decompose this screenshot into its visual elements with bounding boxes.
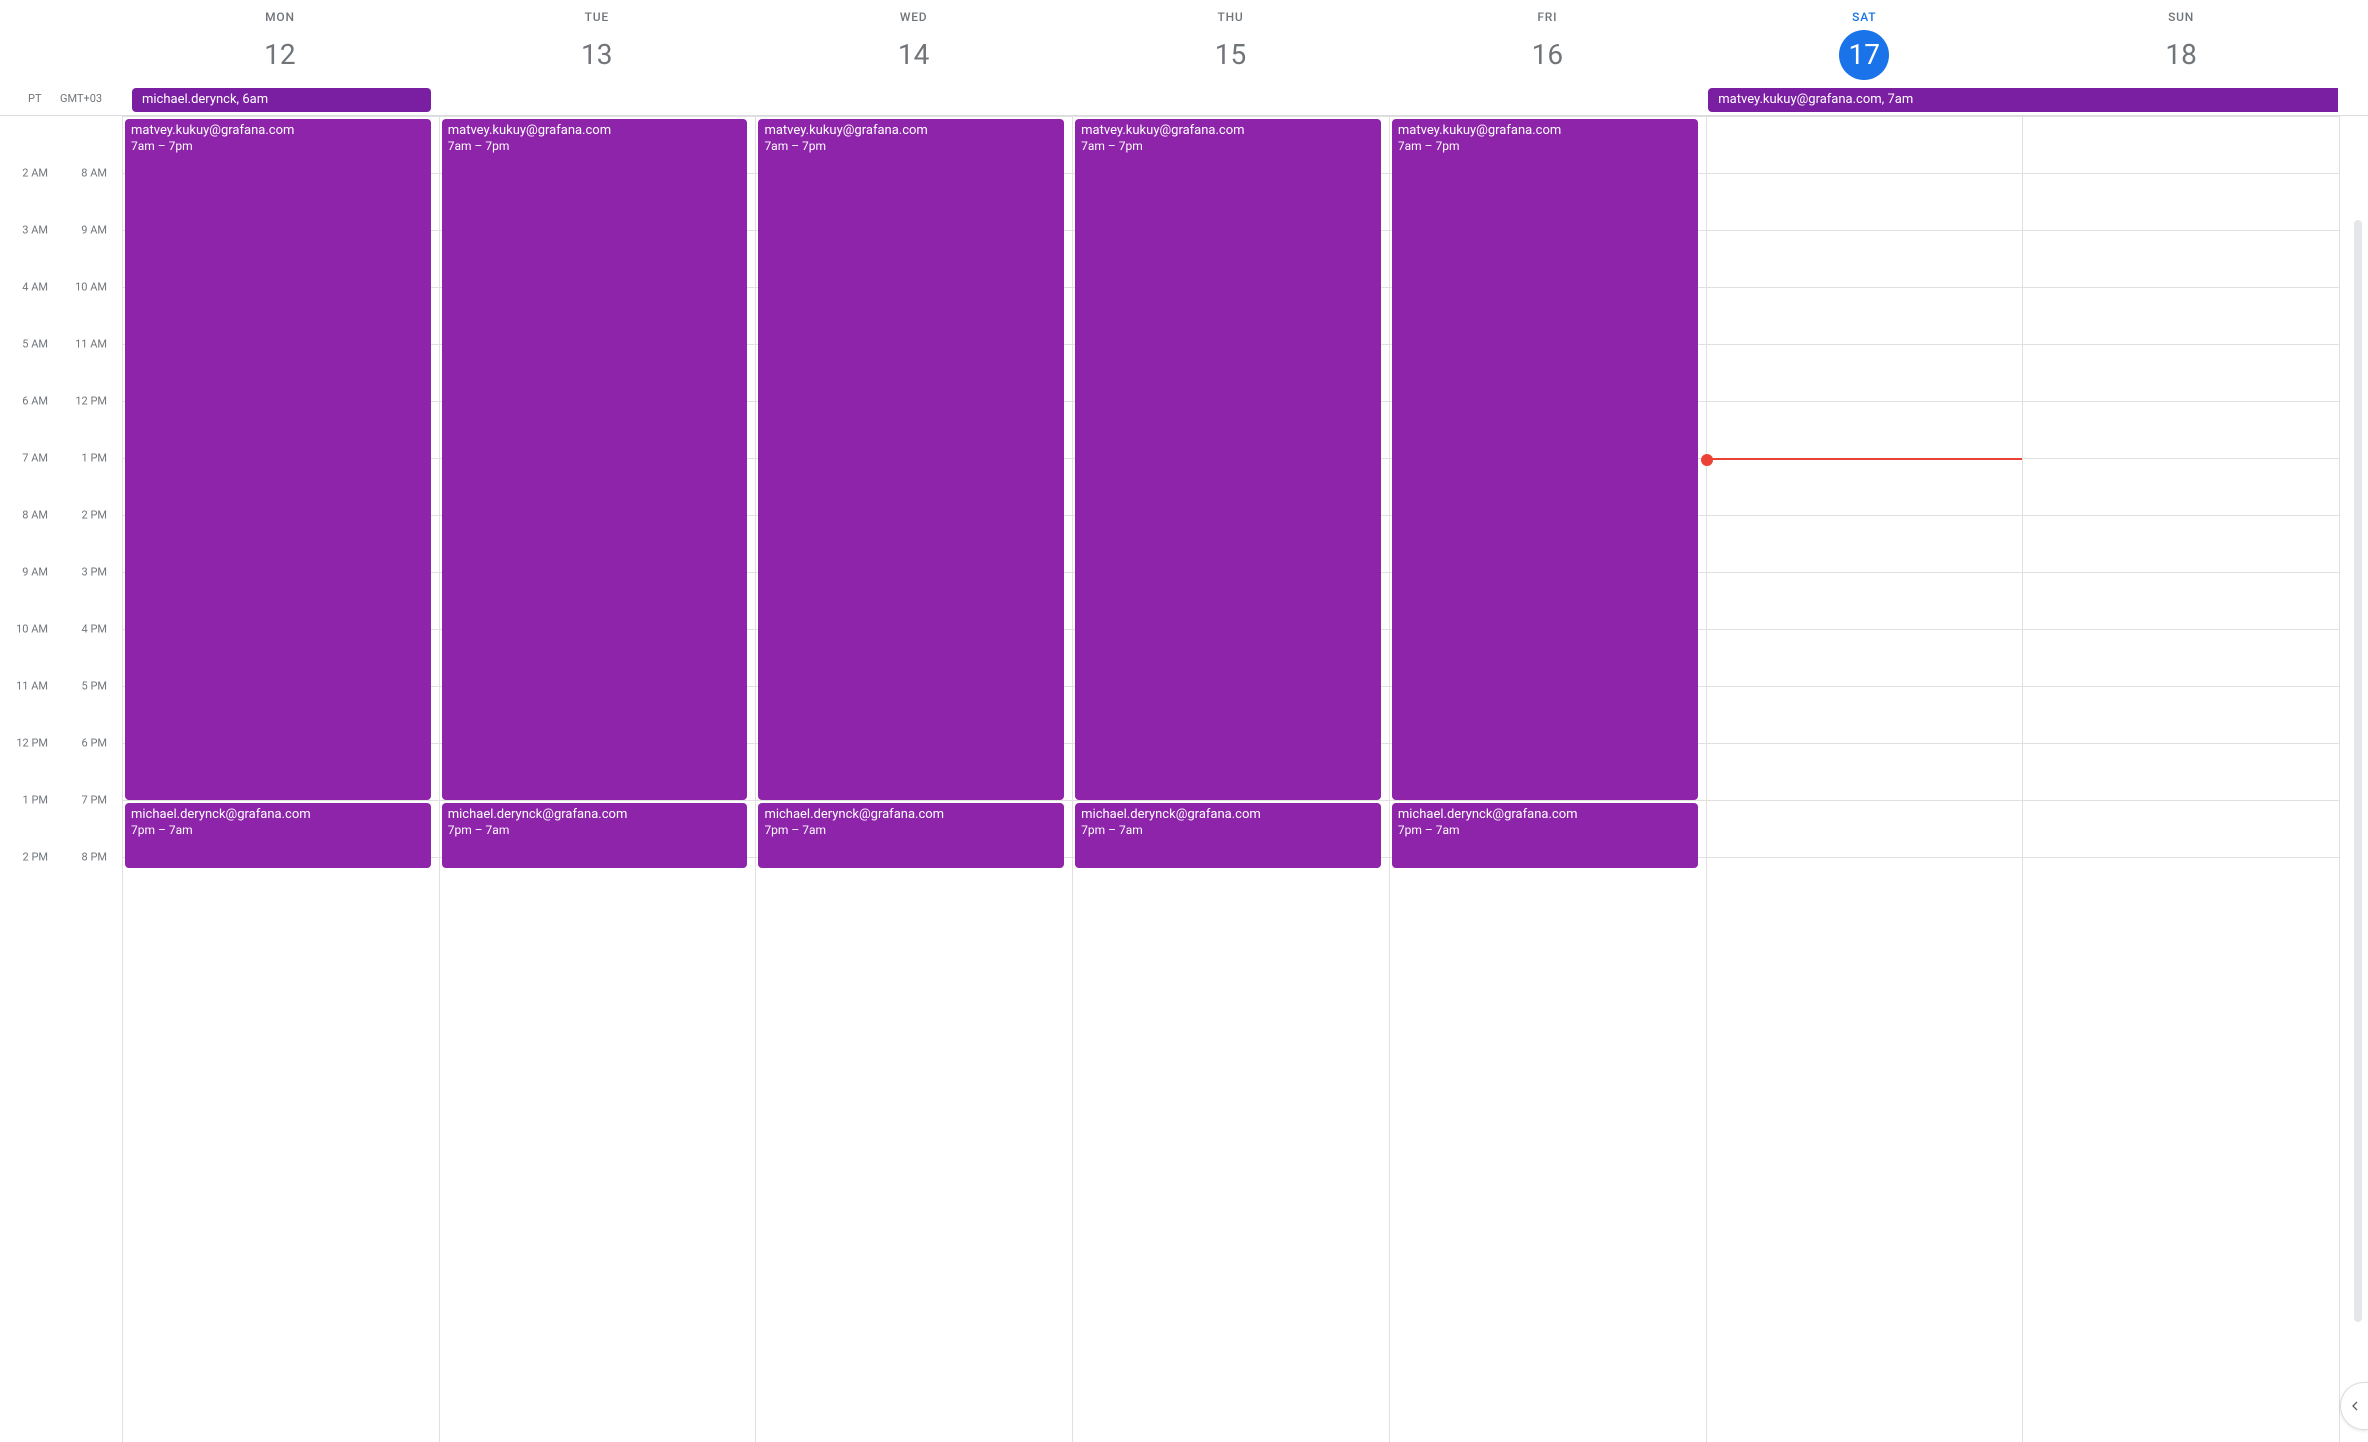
hour-label-pt: 10 AM — [16, 623, 48, 636]
hour-label-gmt3: 10 AM — [75, 281, 107, 294]
hour-label-pt: 6 AM — [22, 395, 48, 408]
event-title: matvey.kukuy@grafana.com — [1081, 123, 1375, 139]
hour-label-gmt3: 12 PM — [75, 395, 107, 408]
week-header: MON 12 TUE 13 WED 14 THU 15 FRI 16 SAT 17 SUN 18 — [0, 0, 2368, 86]
calendar-event[interactable]: matvey.kukuy@grafana.com7am – 7pm — [125, 119, 431, 800]
day-column[interactable]: matvey.kukuy@grafana.com7am – 7pmmichael… — [439, 116, 756, 1442]
weekday-label: MON — [122, 10, 438, 24]
hour-label-gmt3: 8 AM — [81, 167, 107, 180]
calendar-event[interactable]: michael.derynck@grafana.com7pm – 7am — [125, 803, 431, 869]
hour-label-gmt3: 1 PM — [82, 452, 107, 465]
event-title: michael.derynck@grafana.com — [1081, 807, 1375, 823]
event-title: matvey.kukuy@grafana.com — [1398, 123, 1692, 139]
hour-label-gmt3: 9 AM — [81, 224, 107, 237]
event-title: matvey.kukuy@grafana.com — [764, 123, 1058, 139]
allday-cells: michael.derynck, 6am matvey.kukuy@grafana… — [122, 86, 2340, 115]
day-headers: MON 12 TUE 13 WED 14 THU 15 FRI 16 SAT 17 SUN 18 — [122, 0, 2340, 86]
day-column[interactable]: matvey.kukuy@grafana.com7am – 7pmmichael… — [1389, 116, 1706, 1442]
allday-event-continues-right[interactable]: matvey.kukuy@grafana.com, 7am — [1708, 88, 2338, 112]
chevron-left-icon — [2347, 1398, 2363, 1414]
hour-label-pt: 11 AM — [16, 680, 48, 693]
current-time-indicator — [1707, 458, 2023, 460]
event-time: 7pm – 7am — [131, 823, 425, 838]
day-header[interactable]: TUE 13 — [439, 0, 756, 86]
hour-label-pt: 2 AM — [22, 167, 48, 180]
hour-label-pt: 5 AM — [22, 338, 48, 351]
weekday-label: FRI — [1389, 10, 1705, 24]
calendar-week-view: MON12TUE13WED14THU15FRI16SAT17SUN18 PT G… — [0, 0, 2368, 1442]
hour-label-pt: 9 AM — [22, 566, 48, 579]
allday-row: michael.derynck, 6am matvey.kukuy@grafana… — [0, 86, 2368, 116]
event-time: 7pm – 7am — [764, 823, 1058, 838]
event-title: michael.derynck@grafana.com — [448, 807, 742, 823]
day-column[interactable]: matvey.kukuy@grafana.com7am – 7pmmichael… — [755, 116, 1072, 1442]
time-grid[interactable]: 2 AM 3 AM 4 AM 5 AM 6 AM 7 AM 8 AM 9 AM 10 AM 11 … — [0, 116, 2368, 1442]
weekday-label: SUN — [2023, 10, 2339, 24]
calendar-event[interactable]: michael.derynck@grafana.com7pm – 7am — [1392, 803, 1698, 869]
event-time: 7pm – 7am — [1398, 823, 1692, 838]
hour-label-gmt3: 6 PM — [82, 737, 107, 750]
hour-label-pt: 8 AM — [22, 509, 48, 522]
event-title: michael.derynck@grafana.com — [1398, 807, 1692, 823]
allday-event-continues-left[interactable]: michael.derynck, 6am — [132, 88, 431, 112]
date-number[interactable]: 15 — [1206, 30, 1256, 80]
calendar-event[interactable]: matvey.kukuy@grafana.com7am – 7pm — [442, 119, 748, 800]
day-columns: matvey.kukuy@grafana.com7am – 7pmmichael… — [122, 116, 2340, 1442]
hour-label-pt: 1 PM — [23, 794, 48, 807]
weekday-label: SAT — [1706, 10, 2022, 24]
calendar-event[interactable]: michael.derynck@grafana.com7pm – 7am — [758, 803, 1064, 869]
weekday-label: TUE — [439, 10, 755, 24]
date-number[interactable]: 14 — [889, 30, 939, 80]
hour-label-gmt3: 3 PM — [82, 566, 107, 579]
hour-label-pt: 4 AM — [22, 281, 48, 294]
calendar-event[interactable]: matvey.kukuy@grafana.com7am – 7pm — [1392, 119, 1698, 800]
event-time: 7am – 7pm — [1081, 139, 1375, 154]
day-column[interactable]: matvey.kukuy@grafana.com7am – 7pmmichael… — [1072, 116, 1389, 1442]
event-time: 7pm – 7am — [448, 823, 742, 838]
day-header[interactable]: SAT 17 — [1706, 0, 2023, 86]
calendar-event[interactable]: michael.derynck@grafana.com7pm – 7am — [1075, 803, 1381, 869]
hour-label-gmt3: 7 PM — [82, 794, 107, 807]
hour-label-gmt3: 11 AM — [75, 338, 107, 351]
day-column[interactable] — [2022, 116, 2340, 1442]
weekday-label: THU — [1073, 10, 1389, 24]
event-time: 7pm – 7am — [1081, 823, 1375, 838]
date-number[interactable]: 12 — [255, 30, 305, 80]
current-time-dot — [1701, 454, 1713, 466]
event-time: 7am – 7pm — [448, 139, 742, 154]
event-time: 7am – 7pm — [131, 139, 425, 154]
hour-label-gmt3: 2 PM — [82, 509, 107, 522]
day-header[interactable]: WED 14 — [756, 0, 1073, 86]
date-number[interactable]: 18 — [2156, 30, 2206, 80]
day-header[interactable]: MON 12 — [122, 0, 439, 86]
day-header[interactable]: THU 15 — [1073, 0, 1390, 86]
event-time: 7am – 7pm — [1398, 139, 1692, 154]
scrollbar[interactable] — [2354, 220, 2362, 1322]
event-title: michael.derynck@grafana.com — [131, 807, 425, 823]
date-number[interactable]: 13 — [572, 30, 622, 80]
calendar-event[interactable]: matvey.kukuy@grafana.com7am – 7pm — [758, 119, 1064, 800]
hour-label-pt: 3 AM — [22, 224, 48, 237]
day-column[interactable]: matvey.kukuy@grafana.com7am – 7pmmichael… — [122, 116, 439, 1442]
calendar-event[interactable]: michael.derynck@grafana.com7pm – 7am — [442, 803, 748, 869]
calendar-event[interactable]: matvey.kukuy@grafana.com7am – 7pm — [1075, 119, 1381, 800]
date-number[interactable]: 17 — [1839, 30, 1889, 80]
hour-label-pt: 7 AM — [22, 452, 48, 465]
event-title: michael.derynck@grafana.com — [764, 807, 1058, 823]
date-number[interactable]: 16 — [1522, 30, 1572, 80]
day-header[interactable]: FRI 16 — [1389, 0, 1706, 86]
hour-label-gmt3: 8 PM — [82, 851, 107, 864]
hour-label-pt: 12 PM — [16, 737, 48, 750]
hour-label-gmt3: 5 PM — [82, 680, 107, 693]
event-title: matvey.kukuy@grafana.com — [448, 123, 742, 139]
weekday-label: WED — [756, 10, 1072, 24]
event-time: 7am – 7pm — [764, 139, 1058, 154]
hour-label-gmt3: 4 PM — [82, 623, 107, 636]
hour-label-pt: 2 PM — [23, 851, 48, 864]
day-column[interactable] — [1706, 116, 2023, 1442]
event-title: matvey.kukuy@grafana.com — [131, 123, 425, 139]
day-header[interactable]: SUN 18 — [2023, 0, 2340, 86]
